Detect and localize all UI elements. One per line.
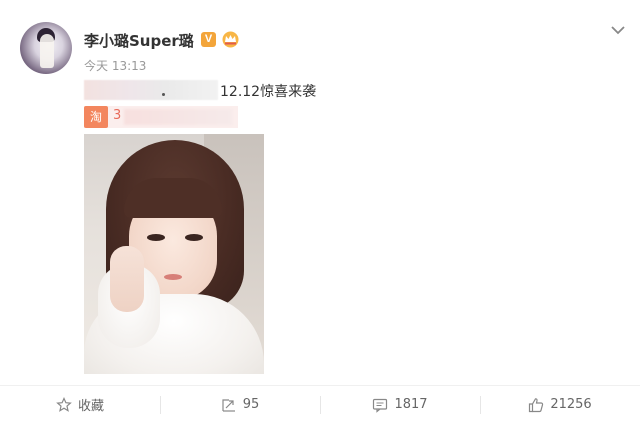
weibo-post-card: 李小璐Super璐 V 今天 13:13 12.12惊喜来袭 淘 3 收藏 95… [0, 0, 640, 422]
like-button[interactable]: 21256 [480, 386, 640, 422]
comment-button[interactable]: 1817 [320, 386, 480, 422]
avatar[interactable] [20, 22, 72, 74]
comment-icon [373, 398, 388, 413]
comment-count: 1817 [394, 397, 428, 412]
like-icon [529, 397, 544, 412]
post-text: 12.12惊喜来袭 [220, 84, 317, 100]
blurred-link-text [124, 109, 232, 125]
post-timestamp[interactable]: 今天 13:13 [84, 57, 146, 74]
share-icon [222, 398, 235, 412]
photo-eye-right [185, 234, 203, 241]
avatar-figure [40, 34, 54, 68]
chevron-down-icon[interactable] [610, 24, 626, 36]
author-name[interactable]: 李小璐Super璐 [84, 30, 194, 51]
photo-lips [164, 274, 182, 280]
crown-badge-icon [222, 31, 239, 48]
like-count: 21256 [550, 397, 592, 412]
blurred-text [84, 80, 218, 100]
blurred-dot [162, 93, 165, 96]
favorite-button[interactable]: 收藏 [0, 386, 160, 422]
post-photo[interactable] [84, 134, 264, 374]
favorite-label: 收藏 [77, 399, 104, 414]
action-bar: 收藏 95 1817 21256 [0, 385, 640, 422]
link-text: 3 [113, 108, 122, 123]
photo-bangs [124, 178, 222, 218]
verified-badge-icon: V [201, 32, 216, 47]
taobao-link-chip[interactable]: 淘 3 [84, 106, 238, 128]
photo-eye-left [147, 234, 165, 241]
photo-hand [110, 246, 144, 312]
taobao-icon: 淘 [84, 106, 108, 128]
share-button[interactable]: 95 [160, 386, 320, 422]
share-count: 95 [242, 397, 260, 412]
star-icon [56, 396, 72, 412]
